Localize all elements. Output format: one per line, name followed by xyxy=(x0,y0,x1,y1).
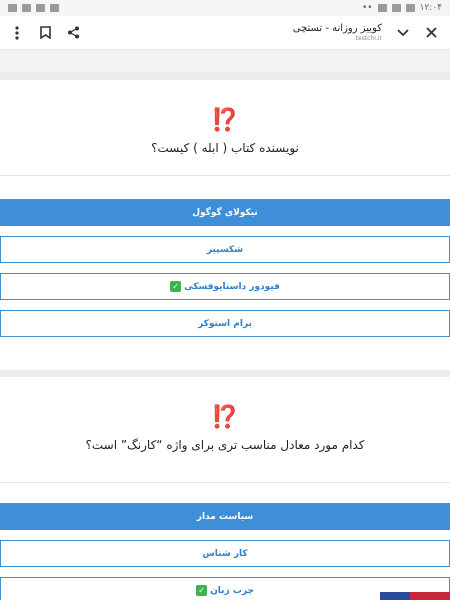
checkmark-icon: ✓ xyxy=(170,281,182,292)
answer-option[interactable]: کار شناس xyxy=(0,540,450,567)
app-bar: کوییز روزانه - تستچی testchi.ir xyxy=(0,16,450,50)
status-bar: •• ۱۲:۰۴ xyxy=(0,0,450,16)
close-icon[interactable] xyxy=(420,22,442,44)
share-icon[interactable] xyxy=(62,22,84,44)
answer-option[interactable]: نیکولای گوگول xyxy=(0,199,450,226)
page-url: testchi.ir xyxy=(355,35,382,42)
sim-icon xyxy=(8,4,17,12)
question-card-1: ⁉️ نویسنده کتاب ( ابله ) کیست؟ نیکولای گ… xyxy=(0,80,450,370)
answer-option[interactable]: برام استوکر xyxy=(0,310,450,337)
question-mark-icon: ⁉️ xyxy=(211,108,239,133)
question-text: نویسنده کتاب ( ابله ) کیست؟ xyxy=(151,141,299,155)
flag-logo xyxy=(380,592,450,600)
image-icon xyxy=(377,4,387,12)
status-right: •• ۱۲:۰۴ xyxy=(362,3,442,13)
question-mark-icon: ⁉️ xyxy=(211,405,239,430)
question-text: کدام مورد معادل مناسب تری برای واژه “کار… xyxy=(85,438,365,452)
divider xyxy=(0,175,450,176)
answer-option[interactable]: شکسپیر xyxy=(0,236,450,263)
flipboard-icon xyxy=(405,4,415,12)
bookmark-icon[interactable] xyxy=(34,22,56,44)
status-more: •• xyxy=(362,3,373,13)
checkmark-icon: ✓ xyxy=(196,585,208,596)
answer-list: سیاست مدار کار شناس چرب زبان ✓ xyxy=(0,503,450,600)
flag-logo-blue xyxy=(380,592,410,600)
answer-option[interactable]: سیاست مدار xyxy=(0,503,450,530)
title-wrap: کوییز روزانه - تستچی testchi.ir xyxy=(84,23,392,42)
question-card-2: ⁉️ کدام مورد معادل مناسب تری برای واژه “… xyxy=(0,377,450,600)
mute-icon xyxy=(50,4,59,12)
clock: ۱۲:۰۴ xyxy=(419,3,442,13)
chevron-down-icon[interactable] xyxy=(392,22,414,44)
notification-icon xyxy=(391,4,401,12)
divider xyxy=(0,482,450,483)
status-left xyxy=(8,4,59,12)
page-strip xyxy=(0,50,450,72)
answer-list: نیکولای گوگول شکسپیر فیودور داستایوفسکی ✓… xyxy=(0,199,450,337)
wifi-icon xyxy=(36,4,45,12)
signal-icon xyxy=(22,4,31,12)
more-vertical-icon[interactable] xyxy=(6,22,28,44)
answer-option[interactable]: فیودور داستایوفسکی ✓ xyxy=(0,273,450,300)
page-title: کوییز روزانه - تستچی xyxy=(292,23,382,34)
